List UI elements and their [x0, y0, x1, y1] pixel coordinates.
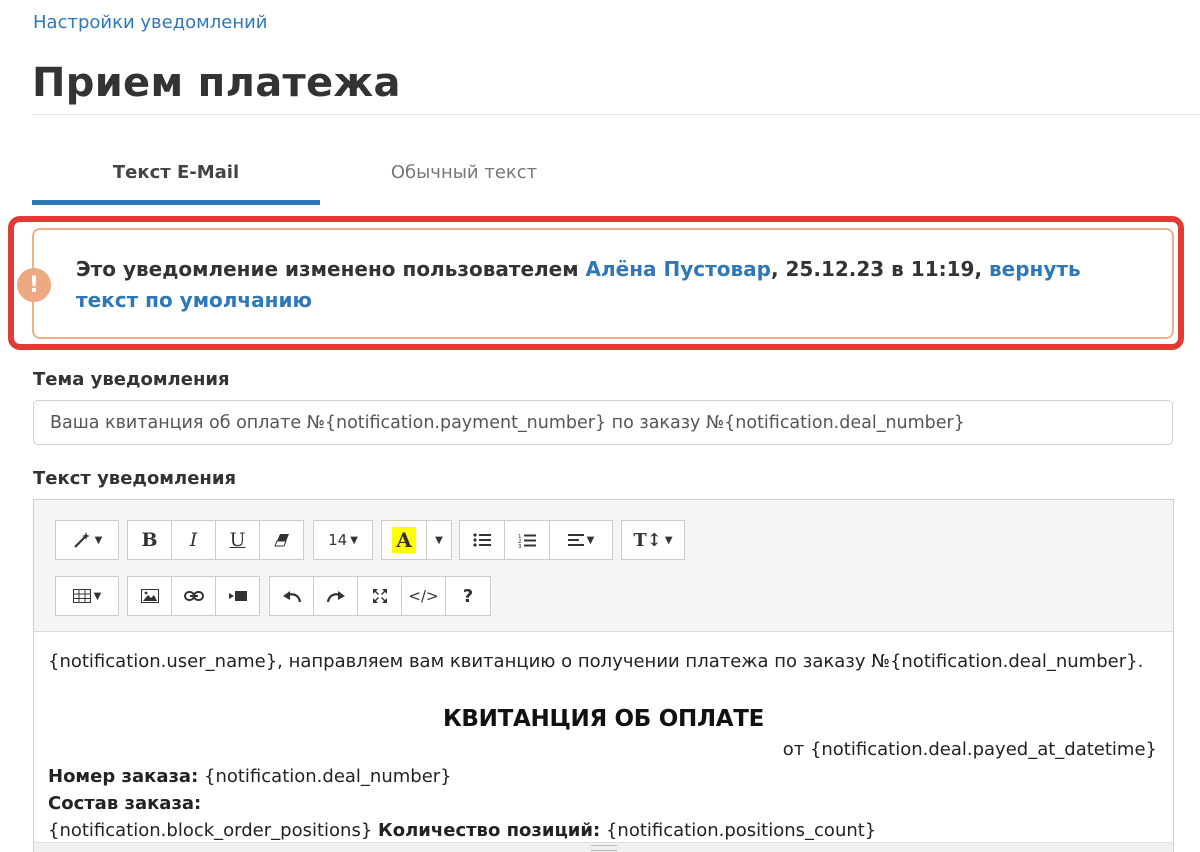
chevron-down-icon: ▼ [435, 534, 443, 546]
tab-plain-label: Обычный текст [390, 162, 538, 183]
insert-link-button[interactable] [171, 576, 216, 616]
editor-content[interactable]: {notification.user_name}, направляем вам… [34, 632, 1173, 852]
alert-text-before: Это уведомление изменено пользователем [76, 257, 586, 281]
code-icon: </> [408, 587, 439, 605]
order-number-value: {notification.deal_number} [198, 766, 452, 787]
page-title: Прием платежа [32, 60, 401, 106]
order-contents-line: Состав заказа: [48, 790, 1159, 817]
font-size-dropdown[interactable]: 14 ▼ [313, 520, 373, 560]
bold-icon: B [141, 529, 158, 551]
tab-email-text[interactable]: Текст E-Mail [32, 140, 320, 205]
line-height-icon: T↕ [633, 529, 662, 551]
order-number-line: Номер заказа: {notification.deal_number} [48, 763, 1159, 790]
positions-value: {notification.block_order_positions} [48, 820, 379, 841]
paragraph-align-dropdown[interactable]: ▼ [549, 520, 613, 560]
insert-image-button[interactable] [127, 576, 172, 616]
bullet-list-button[interactable] [459, 520, 505, 560]
positions-count-label: Количество позиций: [378, 820, 601, 841]
alert-user-link[interactable]: Алёна Пустовар [586, 257, 771, 281]
receipt-title: КВИТАНЦИЯ ОБ ОПЛАТЕ [442, 706, 765, 732]
chevron-down-icon: ▼ [664, 534, 673, 546]
code-view-button[interactable]: </> [401, 576, 446, 616]
bullet-list-icon [473, 533, 491, 547]
subject-input[interactable] [33, 400, 1173, 445]
editor-toolbar: ▼ B I U 14 ▼ A ▼ 123 ▼ T↕ ▼ ▼ </> ? [34, 500, 1173, 632]
tab-email-label: Текст E-Mail [112, 162, 240, 183]
positions-count-value: {notification.positions_count} [600, 820, 877, 841]
help-button[interactable]: ? [445, 576, 491, 616]
insert-video-button[interactable] [215, 576, 260, 616]
fullscreen-button[interactable] [357, 576, 402, 616]
table-dropdown[interactable]: ▼ [55, 576, 119, 616]
title-divider [32, 114, 1200, 115]
help-icon: ? [462, 585, 474, 607]
chevron-down-icon: ▼ [586, 534, 595, 546]
tab-plain-text[interactable]: Обычный текст [320, 140, 608, 205]
image-icon [140, 589, 159, 603]
body-label: Текст уведомления [33, 468, 237, 489]
table-icon [72, 589, 91, 603]
numbered-list-button[interactable]: 123 [504, 520, 550, 560]
font-size-value: 14 [328, 531, 348, 549]
alert-text-after: , 25.12.23 в 11:19, [770, 257, 990, 281]
order-contents-label: Состав заказа: [48, 793, 202, 814]
greeting-line: {notification.user_name}, направляем вам… [48, 651, 1144, 672]
chevron-down-icon: ▼ [93, 590, 102, 602]
highlight-color-icon: A [392, 527, 416, 553]
numbered-list-icon: 123 [518, 534, 536, 548]
eraser-icon [273, 534, 289, 547]
line-height-dropdown[interactable]: T↕ ▼ [621, 520, 685, 560]
chevron-down-icon: ▼ [350, 534, 358, 546]
modified-alert: ! Это уведомление изменено пользователем… [17, 228, 1174, 339]
subject-label: Тема уведомления [33, 369, 230, 390]
bold-button[interactable]: B [127, 520, 172, 560]
rich-text-editor: ▼ B I U 14 ▼ A ▼ 123 ▼ T↕ ▼ ▼ </> ? {not… [33, 499, 1174, 852]
svg-text:3: 3 [518, 544, 522, 548]
undo-button[interactable] [269, 576, 314, 616]
tabs: Текст E-Mail Обычный текст [32, 140, 632, 205]
fullscreen-icon [372, 589, 387, 603]
text-highlight-button[interactable]: A [381, 520, 427, 560]
align-left-icon [567, 534, 584, 546]
redo-icon [326, 591, 345, 603]
video-icon [228, 591, 247, 601]
magic-wand-icon [73, 532, 90, 548]
clear-format-button[interactable] [259, 520, 304, 560]
resize-grip-icon [590, 845, 617, 851]
active-tab-indicator [32, 200, 320, 205]
link-icon [183, 591, 204, 601]
highlight-color-dropdown[interactable]: ▼ [426, 520, 452, 560]
redo-button[interactable] [313, 576, 358, 616]
warning-icon: ! [17, 268, 51, 302]
alert-text: Это уведомление изменено пользователем А… [76, 254, 1132, 316]
underline-icon: U [229, 529, 246, 551]
style-magic-button[interactable]: ▼ [55, 520, 119, 560]
positions-line: {notification.block_order_positions} Кол… [48, 817, 1159, 844]
receipt-date-line: от {notification.deal.payed_at_datetime} [782, 739, 1157, 760]
chevron-down-icon: ▼ [94, 534, 103, 546]
breadcrumb-notification-settings[interactable]: Настройки уведомлений [33, 12, 268, 33]
editor-resize-handle[interactable] [34, 842, 1173, 852]
order-number-label: Номер заказа: [48, 766, 199, 787]
undo-icon [282, 591, 301, 603]
italic-icon: I [189, 529, 198, 551]
italic-button[interactable]: I [171, 520, 216, 560]
underline-button[interactable]: U [215, 520, 260, 560]
